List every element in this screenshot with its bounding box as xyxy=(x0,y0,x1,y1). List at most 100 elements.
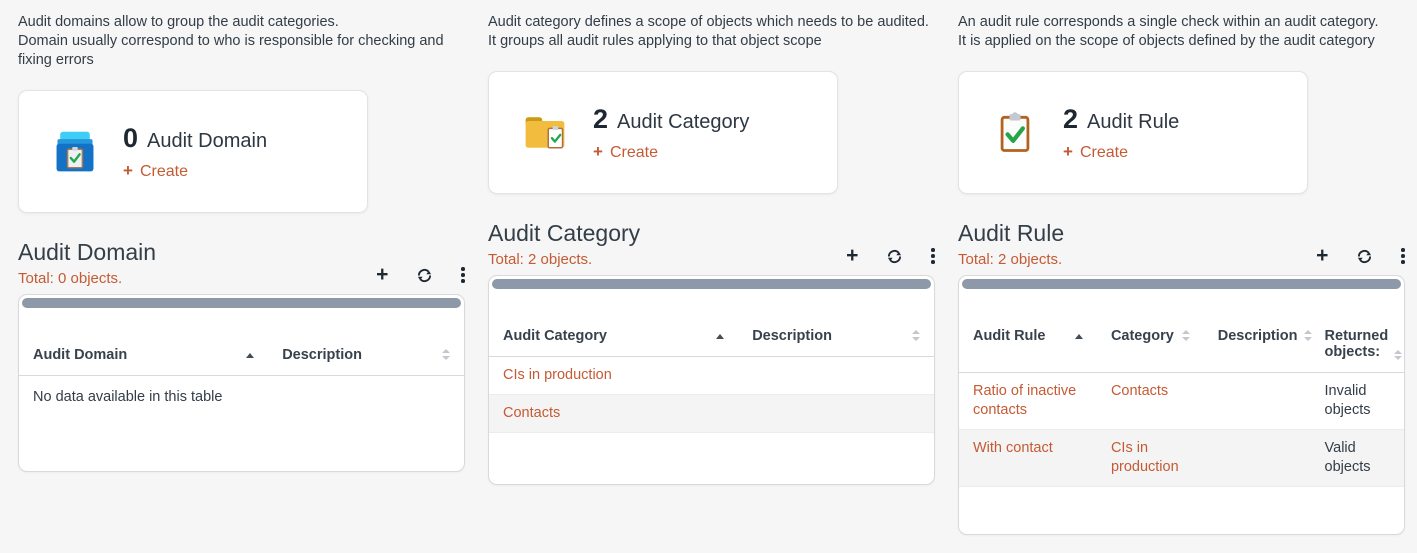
column-label: Audit Category xyxy=(503,328,607,344)
audit-rule-panel: An audit rule corresponds a single check… xyxy=(958,13,1405,535)
section-title: Audit Domain xyxy=(18,237,156,267)
audit-category-panel: Audit category defines a scope of object… xyxy=(488,13,935,535)
audit-category-summary-card: 2 Audit Category + Create xyxy=(488,71,838,194)
table-toolbar: + xyxy=(1287,247,1405,268)
sort-both-icon xyxy=(1394,350,1402,361)
plus-icon: + xyxy=(1316,248,1328,264)
refresh-button[interactable] xyxy=(417,266,432,284)
column-header-returned-objects[interactable]: Returned objects: xyxy=(1311,289,1404,373)
refresh-icon xyxy=(1357,249,1372,264)
description-line: It is applied on the scope of objects de… xyxy=(958,32,1405,51)
table-cell xyxy=(1204,373,1311,430)
sort-ascending-icon xyxy=(1075,334,1083,339)
plus-icon: + xyxy=(846,248,858,264)
plus-icon: + xyxy=(593,142,603,162)
table-toolbar: + xyxy=(817,247,935,268)
table-cell xyxy=(738,357,934,395)
column-label: Description xyxy=(282,347,362,363)
card-body: 2 Audit Category + Create xyxy=(593,104,749,162)
empty-table-row: No data available in this table xyxy=(19,376,464,420)
object-link[interactable]: Contacts xyxy=(1111,383,1168,399)
section-title: Audit Category xyxy=(488,218,640,248)
folder-check-icon xyxy=(521,109,569,157)
column-header-description[interactable]: Description xyxy=(1204,289,1311,373)
panel-description: An audit rule corresponds a single check… xyxy=(958,13,1405,51)
refresh-icon xyxy=(887,249,902,264)
column-label: Description xyxy=(1218,328,1298,344)
audit-domain-table: Audit Domain Description No data availab… xyxy=(18,294,465,472)
total-count-label: Total: 0 objects. xyxy=(18,270,156,287)
add-object-button[interactable]: + xyxy=(376,266,388,284)
section-header: Audit Rule Total: 2 objects. + xyxy=(958,218,1405,268)
clipboard-check-icon xyxy=(991,109,1039,157)
object-link[interactable]: CIs in production xyxy=(1111,440,1179,475)
audit-domain-panel: Audit domains allow to group the audit c… xyxy=(18,13,465,535)
refresh-button[interactable] xyxy=(887,247,902,265)
archive-box-check-icon xyxy=(51,128,99,176)
table-menu-button[interactable] xyxy=(1401,247,1405,265)
description-line: Domain usually correspond to who is resp… xyxy=(18,32,465,70)
audit-dashboard-page: { "colors": { "accent_orange": "#c45b35"… xyxy=(0,0,1417,553)
sort-both-icon xyxy=(1182,330,1190,341)
sort-both-icon xyxy=(1304,330,1312,341)
object-link[interactable]: CIs in production xyxy=(503,367,612,383)
add-object-button[interactable]: + xyxy=(846,247,858,265)
table-menu-button[interactable] xyxy=(461,266,465,284)
column-label: Returned objects: xyxy=(1325,328,1389,360)
table-menu-button[interactable] xyxy=(931,247,935,265)
empty-message: No data available in this table xyxy=(19,376,464,420)
object-count: 0 xyxy=(123,123,138,154)
table-cell: Valid objects xyxy=(1311,430,1404,487)
create-audit-category-button[interactable]: + Create xyxy=(593,142,658,162)
horizontal-scrollbar[interactable] xyxy=(492,279,931,289)
sort-ascending-icon xyxy=(716,334,724,339)
create-audit-rule-button[interactable]: + Create xyxy=(1063,142,1128,162)
card-title: Audit Domain xyxy=(147,130,267,153)
table-row: CIs in production xyxy=(489,357,934,395)
refresh-icon xyxy=(417,268,432,283)
object-count: 2 xyxy=(593,104,608,135)
plus-icon: + xyxy=(123,161,133,181)
object-link[interactable]: Contacts xyxy=(503,405,560,421)
kebab-menu-icon xyxy=(461,266,465,283)
panel-description: Audit domains allow to group the audit c… xyxy=(18,13,465,70)
object-link[interactable]: With contact xyxy=(973,440,1053,456)
column-header-description[interactable]: Description xyxy=(268,308,464,376)
horizontal-scrollbar[interactable] xyxy=(22,298,461,308)
column-label: Description xyxy=(752,328,832,344)
table-row: Ratio of inactive contacts Contacts Inva… xyxy=(959,373,1404,430)
panel-description: Audit category defines a scope of object… xyxy=(488,13,935,51)
description-line: Audit domains allow to group the audit c… xyxy=(18,13,465,32)
total-count-label: Total: 2 objects. xyxy=(488,251,640,268)
column-label: Audit Rule xyxy=(973,328,1046,344)
section-header: Audit Domain Total: 0 objects. + xyxy=(18,237,465,287)
object-link[interactable]: Ratio of inactive contacts xyxy=(973,383,1076,418)
sort-both-icon xyxy=(442,349,450,360)
plus-icon: + xyxy=(376,267,388,283)
audit-rule-table: Audit Rule Category Description Returned… xyxy=(958,275,1405,535)
column-header-audit-domain[interactable]: Audit Domain xyxy=(19,308,268,376)
audit-category-table: Audit Category Description CIs in produc… xyxy=(488,275,935,485)
audit-rule-summary-card: 2 Audit Rule + Create xyxy=(958,71,1308,194)
panels-grid: Audit domains allow to group the audit c… xyxy=(18,13,1405,535)
description-line: Audit category defines a scope of object… xyxy=(488,13,935,32)
horizontal-scrollbar[interactable] xyxy=(962,279,1401,289)
section-header: Audit Category Total: 2 objects. + xyxy=(488,218,935,268)
column-label: Audit Domain xyxy=(33,347,127,363)
refresh-button[interactable] xyxy=(1357,247,1372,265)
total-count-label: Total: 2 objects. xyxy=(958,251,1064,268)
object-count: 2 xyxy=(1063,104,1078,135)
column-header-category[interactable]: Category xyxy=(1097,289,1204,373)
column-header-description[interactable]: Description xyxy=(738,289,934,357)
table-cell xyxy=(738,395,934,433)
create-audit-domain-button[interactable]: + Create xyxy=(123,161,188,181)
card-body: 0 Audit Domain + Create xyxy=(123,123,267,181)
card-title: Audit Category xyxy=(617,111,749,134)
create-label: Create xyxy=(140,163,188,181)
table-cell: Invalid objects xyxy=(1311,373,1404,430)
column-header-audit-category[interactable]: Audit Category xyxy=(489,289,738,357)
create-label: Create xyxy=(1080,144,1128,162)
add-object-button[interactable]: + xyxy=(1316,247,1328,265)
column-label: Category xyxy=(1111,328,1174,344)
column-header-audit-rule[interactable]: Audit Rule xyxy=(959,289,1097,373)
